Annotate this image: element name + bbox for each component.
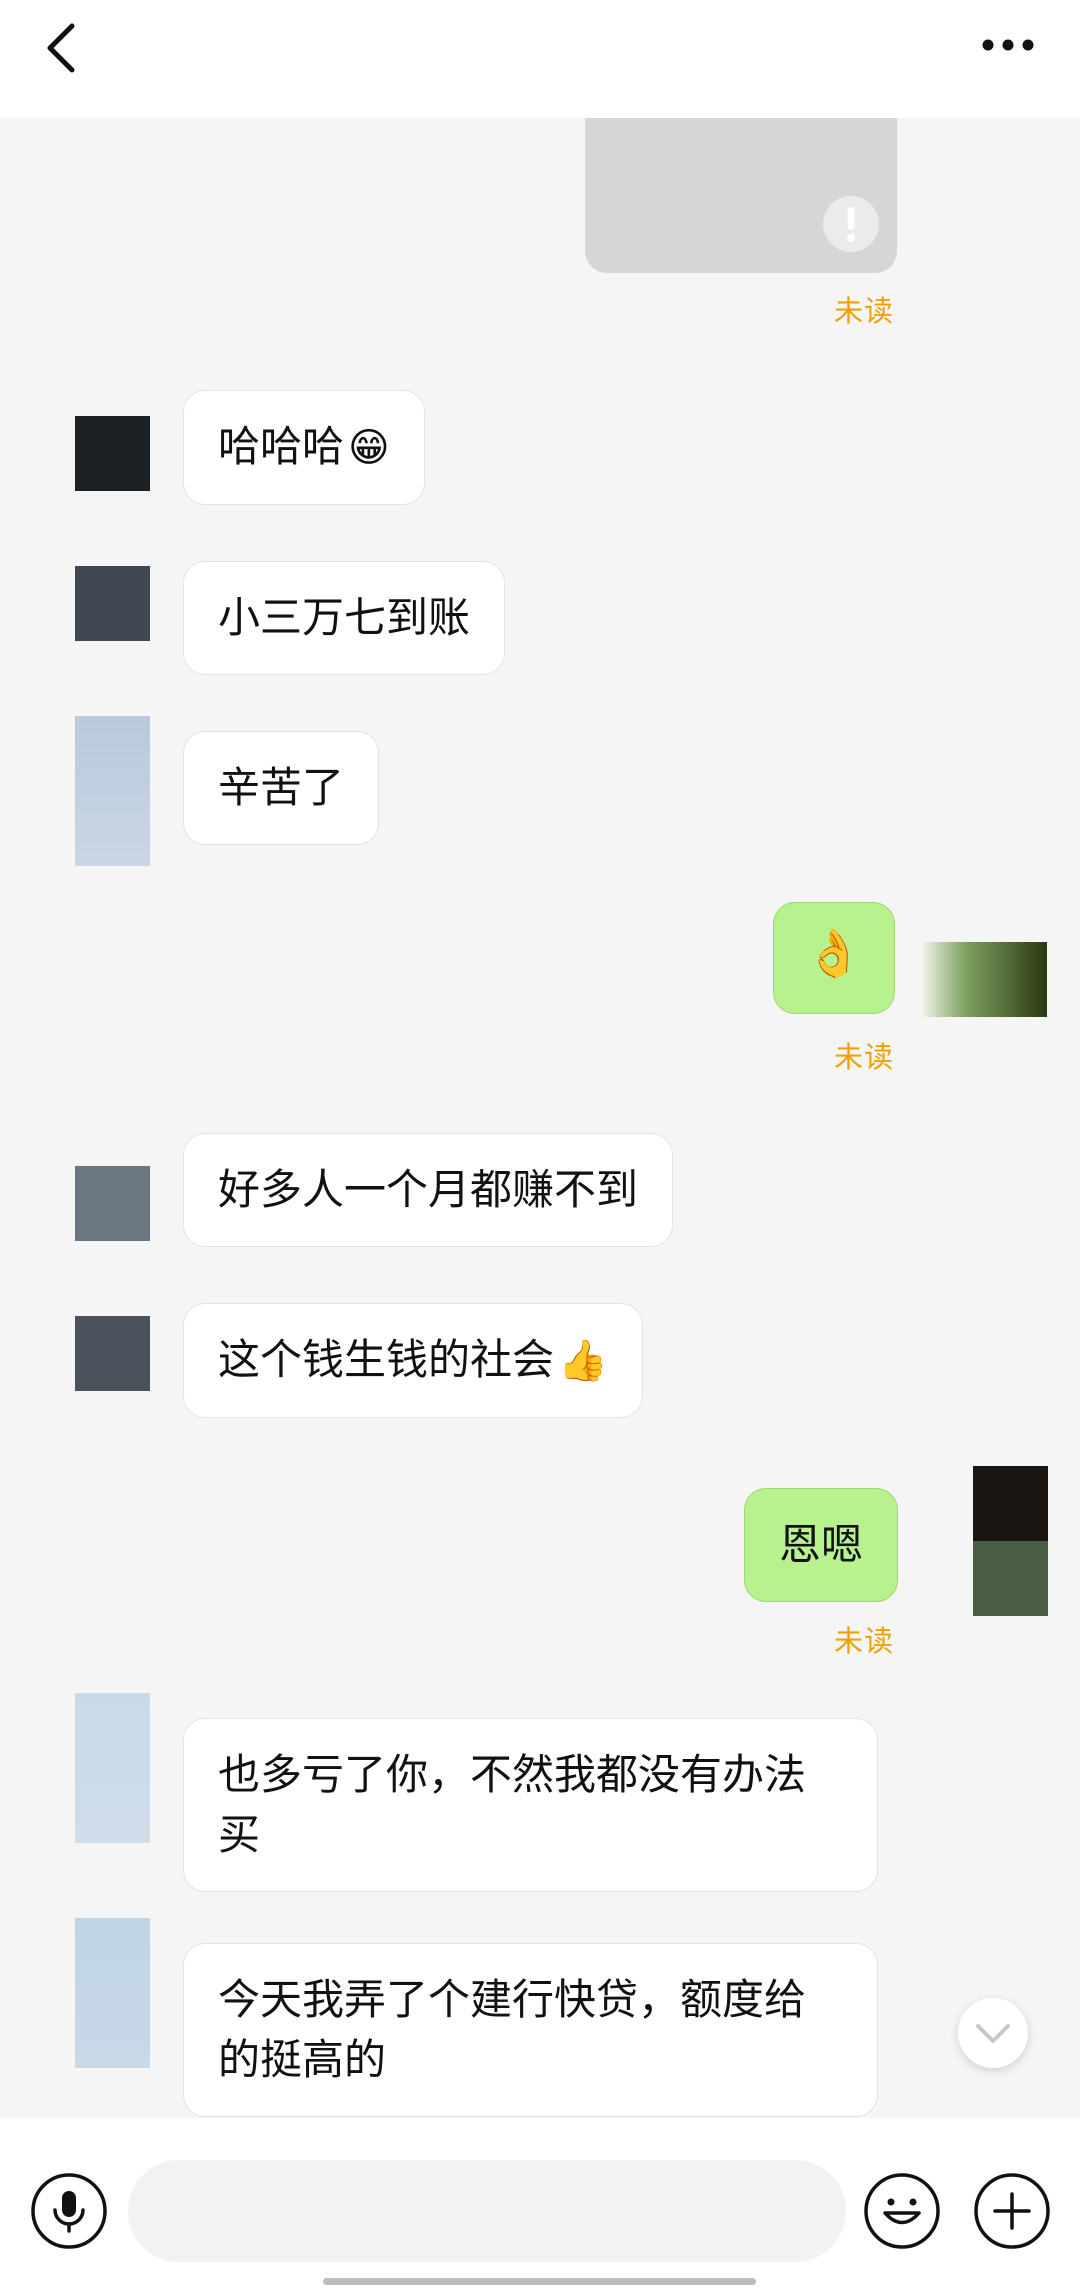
- message-text: 小三万七到账: [218, 593, 471, 642]
- avatar[interactable]: [75, 1166, 150, 1241]
- unread-status: 未读: [834, 1040, 895, 1074]
- ok-hand-emoji: 👌: [805, 926, 863, 980]
- message-bubble[interactable]: 辛苦了: [183, 731, 380, 845]
- my-avatar[interactable]: [973, 1466, 1048, 1616]
- message-text: 辛苦了: [218, 763, 345, 812]
- message-bubble[interactable]: 小三万七到账: [183, 561, 506, 675]
- unread-status: 未读: [834, 1624, 895, 1658]
- avatar[interactable]: [75, 1918, 150, 2068]
- chat-history[interactable]: 未读 哈哈哈 😁 小三万七到账 辛苦了 👌 未读 好多人一个月都赚不到 这个钱生钱…: [0, 118, 1080, 2118]
- grin-emoji: 😁: [348, 425, 390, 471]
- message-bubble[interactable]: 这个钱生钱的社会 👍: [183, 1303, 643, 1418]
- avatar[interactable]: [75, 566, 150, 641]
- scroll-to-bottom-button[interactable]: [958, 1998, 1028, 2068]
- chevron-down-icon: [976, 2024, 1010, 2043]
- avatar[interactable]: [75, 716, 150, 866]
- message-text: 恩嗯: [779, 1520, 864, 1569]
- exclamation-circle-icon[interactable]: [822, 195, 880, 253]
- my-message-bubble[interactable]: 恩嗯: [744, 1488, 899, 1602]
- message-input[interactable]: [128, 2160, 846, 2262]
- unread-status: 未读: [834, 294, 895, 328]
- thumbs-up-emoji: 👍: [558, 1338, 608, 1384]
- avatar[interactable]: [75, 416, 150, 491]
- more-dots-icon[interactable]: [980, 35, 1036, 55]
- message-bubble[interactable]: 好多人一个月都赚不到: [183, 1133, 674, 1247]
- my-avatar[interactable]: [922, 942, 1047, 1017]
- microphone-icon[interactable]: [30, 2172, 108, 2250]
- chevron-left-icon[interactable]: [40, 20, 80, 76]
- smiley-icon[interactable]: [863, 2172, 941, 2250]
- message-text: 今天我弄了个建行快贷，额度给的挺高的: [218, 1975, 807, 2084]
- message-bubble[interactable]: 也多亏了你，不然我都没有办法买: [183, 1718, 878, 1892]
- message-bubble[interactable]: 今天我弄了个建行快贷，额度给的挺高的: [183, 1943, 878, 2117]
- message-text: 也多亏了你，不然我都没有办法买: [218, 1750, 807, 1859]
- message-text: 这个钱生钱的社会: [218, 1335, 555, 1384]
- message-text: 哈哈哈: [218, 422, 345, 471]
- my-message-bubble[interactable]: 👌: [773, 902, 895, 1014]
- top-bar: [0, 0, 1080, 118]
- message-bubble[interactable]: 哈哈哈 😁: [183, 390, 425, 505]
- avatar[interactable]: [75, 1693, 150, 1843]
- avatar[interactable]: [75, 1316, 150, 1391]
- home-indicator: [323, 2278, 756, 2285]
- plus-icon[interactable]: [973, 2172, 1051, 2250]
- message-text: 好多人一个月都赚不到: [218, 1165, 639, 1214]
